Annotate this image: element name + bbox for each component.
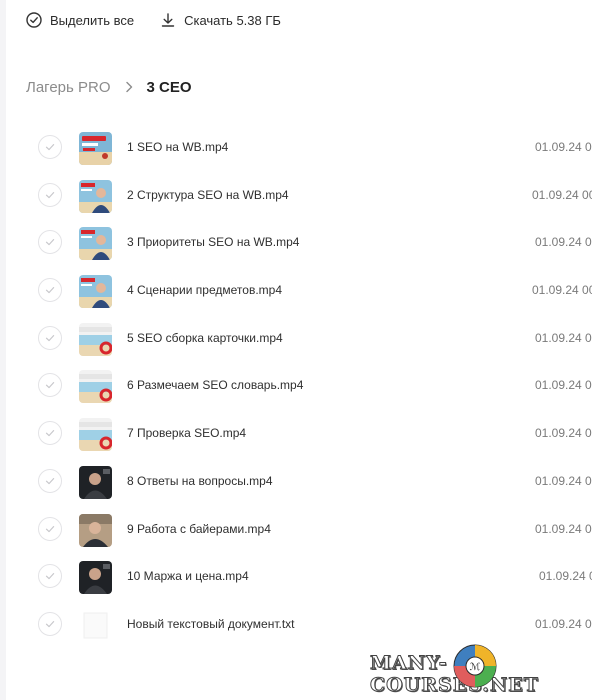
- file-name[interactable]: 10 Маржа и цена.mp4: [127, 569, 249, 583]
- file-name[interactable]: 4 Сценарии предметов.mp4: [127, 283, 282, 297]
- video-thumbnail[interactable]: [79, 227, 112, 261]
- file-name[interactable]: 2 Структура SEO на WB.mp4: [127, 188, 289, 202]
- file-row[interactable]: 6 Размечаем SEO словарь.mp4 01.09.24 01: [0, 363, 592, 411]
- file-row[interactable]: 2 Структура SEO на WB.mp4 01.09.24 00: [0, 173, 592, 221]
- file-date: 01.09.24 01: [535, 140, 592, 154]
- file-name[interactable]: 9 Работа с байерами.mp4: [127, 522, 271, 536]
- check-icon: [45, 191, 55, 198]
- check-icon: [45, 334, 55, 341]
- file-name[interactable]: 1 SEO на WB.mp4: [127, 140, 228, 154]
- svg-text:ℳ: ℳ: [470, 662, 481, 673]
- file-name[interactable]: 3 Приоритеты SEO на WB.mp4: [127, 235, 299, 249]
- file-row[interactable]: 8 Ответы на вопросы.mp4 01.09.24 01: [0, 459, 592, 507]
- file-row[interactable]: 5 SEO сборка карточки.mp4 01.09.24 01: [0, 316, 592, 364]
- check-icon: [45, 430, 55, 437]
- file-row[interactable]: 7 Проверка SEO.mp4 01.09.24 01: [0, 411, 592, 459]
- select-all-label: Выделить все: [50, 12, 135, 28]
- video-thumbnail[interactable]: [79, 513, 112, 547]
- check-icon: [45, 477, 55, 485]
- file-date: 01.09.24 01: [535, 235, 592, 250]
- file-name[interactable]: 6 Размечаем SEO словарь.mp4: [127, 378, 303, 392]
- row-checkbox[interactable]: [38, 325, 62, 350]
- file-row[interactable]: 3 Приоритеты SEO на WB.mp4 01.09.24 01: [0, 220, 592, 268]
- row-checkbox[interactable]: [38, 468, 62, 493]
- video-thumbnail[interactable]: [79, 418, 112, 452]
- breadcrumb-root[interactable]: Лагерь PRO: [26, 79, 111, 96]
- chevron-right-icon: [125, 81, 133, 93]
- check-icon: [45, 620, 55, 628]
- file-name[interactable]: 5 SEO сборка карточки.mp4: [127, 331, 283, 345]
- video-thumbnail[interactable]: [79, 322, 112, 356]
- download-icon: [161, 13, 175, 27]
- video-thumbnail[interactable]: [79, 370, 112, 404]
- video-thumbnail[interactable]: [79, 561, 112, 595]
- row-checkbox[interactable]: [38, 278, 62, 303]
- select-all-button[interactable]: Выделить все: [26, 12, 134, 28]
- file-date: 01.09.24 01: [535, 616, 592, 631]
- download-button[interactable]: Скачать 5.38 ГБ: [160, 12, 281, 28]
- check-circle-icon: [26, 12, 42, 28]
- video-thumbnail[interactable]: [79, 465, 112, 499]
- file-row[interactable]: 9 Работа с байерами.mp4 01.09.24 01: [0, 507, 592, 555]
- file-name[interactable]: 7 Проверка SEO.mp4: [127, 426, 246, 440]
- file-row[interactable]: 1 SEO на WB.mp4 01.09.24 01: [0, 125, 592, 173]
- file-row[interactable]: 4 Сценарии предметов.mp4 01.09.24 00: [0, 268, 592, 316]
- video-thumbnail[interactable]: [79, 132, 112, 165]
- video-thumbnail[interactable]: [79, 179, 112, 213]
- breadcrumb: Лагерь PRO 3 CEO: [26, 76, 192, 98]
- file-list: 1 SEO на WB.mp4 01.09.24 01 2 Структура SE…: [0, 125, 592, 650]
- check-icon: [45, 239, 55, 246]
- watermark-logo-icon: ℳ: [453, 644, 497, 688]
- check-icon: [45, 144, 55, 151]
- file-row[interactable]: 10 Маржа и цена.mp4 01.09.24 0: [0, 554, 592, 602]
- file-doc-icon[interactable]: [79, 608, 112, 642]
- row-checkbox[interactable]: [38, 230, 62, 255]
- file-date: 01.09.24 0: [539, 569, 592, 584]
- video-thumbnail[interactable]: [79, 275, 112, 309]
- row-checkbox[interactable]: [38, 516, 62, 541]
- check-icon: [45, 382, 55, 389]
- row-checkbox[interactable]: [38, 182, 62, 207]
- file-date: 01.09.24 00: [532, 283, 592, 298]
- file-date: 01.09.24 01: [535, 473, 592, 488]
- check-icon: [45, 287, 55, 294]
- file-row[interactable]: Новый текстовый документ.txt 01.09.24 01: [0, 602, 592, 650]
- check-icon: [45, 573, 55, 580]
- row-checkbox[interactable]: [38, 373, 62, 398]
- row-checkbox[interactable]: [38, 421, 62, 446]
- file-name[interactable]: 8 Ответы на вопросы.mp4: [127, 474, 273, 488]
- file-name[interactable]: Новый текстовый документ.txt: [127, 617, 295, 631]
- row-checkbox[interactable]: [38, 564, 62, 589]
- download-label: Скачать 5.38 ГБ: [184, 12, 281, 28]
- breadcrumb-current: 3 CEO: [146, 78, 192, 96]
- file-date: 01.09.24 01: [535, 378, 592, 393]
- check-icon: [45, 525, 55, 532]
- row-checkbox[interactable]: [38, 611, 62, 636]
- file-date: 01.09.24 01: [535, 426, 592, 441]
- file-date: 01.09.24 01: [535, 521, 592, 536]
- toolbar: Выделить все Скачать 5.38 ГБ: [26, 8, 281, 32]
- file-date: 01.09.24 00: [532, 187, 592, 202]
- row-checkbox[interactable]: [38, 135, 62, 159]
- file-date: 01.09.24 01: [535, 330, 592, 345]
